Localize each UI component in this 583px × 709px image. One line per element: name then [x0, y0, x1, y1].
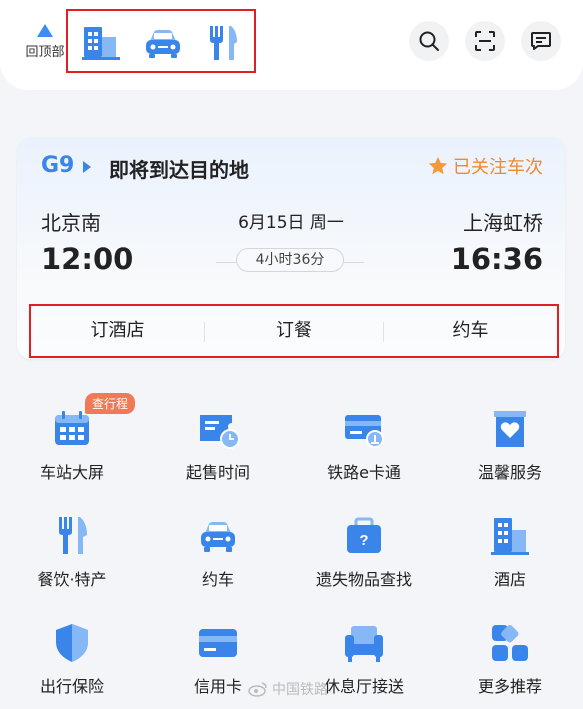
more-icon	[492, 625, 528, 661]
dining-icon	[59, 517, 87, 554]
grid-label: 遗失物品查找	[315, 570, 412, 589]
grid-item-lost-found[interactable]: ? 遗失物品查找	[294, 514, 434, 590]
arrive-station: 上海虹桥	[463, 211, 543, 235]
star-icon	[428, 156, 448, 175]
book-car-button[interactable]: 约车	[384, 306, 557, 356]
search-icon	[419, 31, 439, 51]
grid-item-car[interactable]: 约车	[148, 514, 288, 590]
scan-icon	[475, 31, 495, 51]
duration-line-right	[344, 262, 364, 263]
watermark-text: 中国铁路	[272, 682, 328, 698]
lounge-icon	[345, 626, 383, 662]
grid-item-insurance[interactable]: 出行保险	[2, 621, 142, 697]
book-hotel-button[interactable]: 订酒店	[31, 306, 204, 356]
arrow-up-icon	[37, 24, 53, 37]
scan-button[interactable]	[465, 21, 505, 61]
grid-label: 车站大屏	[39, 463, 104, 482]
grid-item-hotel[interactable]: 酒店	[440, 514, 580, 590]
grid-label: 约车	[201, 570, 234, 589]
hotel-icon[interactable]	[80, 23, 122, 63]
grid-item-rail-card[interactable]: 铁路e卡通	[294, 407, 434, 483]
watermark: 中国铁路	[248, 679, 328, 699]
trip-duration: 4小时36分	[236, 248, 344, 272]
back-to-top-label: 回顶部	[25, 45, 65, 60]
credit-card-icon	[199, 629, 237, 657]
trip-services-highlight: 订酒店 订餐 约车	[29, 304, 559, 358]
heart-service-icon	[494, 411, 526, 447]
itinerary-badge[interactable]: 查行程	[85, 393, 136, 414]
svg-text:?: ?	[359, 532, 368, 549]
quick-actions-highlight	[66, 9, 256, 73]
car-icon[interactable]	[142, 23, 184, 63]
message-button[interactable]	[521, 21, 561, 61]
insurance-icon	[56, 624, 88, 662]
grid-label: 出行保险	[39, 677, 104, 696]
grid-item-more[interactable]: 更多推荐	[440, 621, 580, 697]
car-icon	[201, 522, 235, 552]
play-arrow-icon	[83, 161, 91, 173]
fork-knife-icon[interactable]	[202, 23, 244, 63]
grid-label: 温馨服务	[477, 463, 542, 482]
depart-time: 12:00	[41, 242, 134, 276]
rail-card-icon	[345, 415, 384, 448]
hotel-icon	[491, 518, 529, 555]
search-button[interactable]	[409, 21, 449, 61]
duration-line-left	[216, 262, 236, 263]
grid-label: 铁路e卡通	[327, 463, 401, 482]
weibo-icon	[248, 682, 267, 697]
top-bar: 回顶部	[0, 0, 583, 90]
grid-item-warm-service[interactable]: 温馨服务	[440, 407, 580, 483]
grid-label: 餐饮·特产	[37, 570, 107, 589]
arrive-time: 16:36	[450, 242, 543, 276]
trip-status: 即将到达目的地	[109, 158, 249, 182]
grid-item-dining[interactable]: 餐饮·特产	[2, 514, 142, 590]
grid-item-sale-time[interactable]: 起售时间	[148, 407, 288, 483]
train-number[interactable]: G9	[41, 153, 74, 178]
follow-label: 已关注车次	[453, 157, 543, 178]
message-icon	[531, 32, 551, 50]
grid-label: 酒店	[493, 570, 526, 589]
back-to-top-button[interactable]: 回顶部	[20, 24, 70, 60]
lost-found-icon: ?	[347, 517, 381, 553]
book-meal-button[interactable]: 订餐	[205, 306, 383, 356]
ticket-clock-icon	[200, 415, 240, 449]
grid-label: 起售时间	[185, 463, 250, 482]
follow-train-button[interactable]: 已关注车次	[427, 153, 543, 179]
grid-label: 更多推荐	[477, 677, 542, 696]
grid-item-station-screen[interactable]: 车站大屏	[2, 407, 142, 483]
